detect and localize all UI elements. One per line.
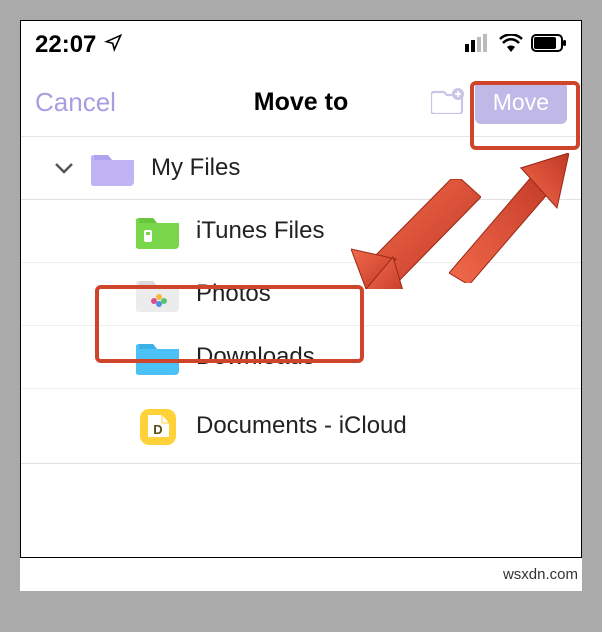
folder-label: Downloads — [196, 343, 315, 371]
folder-label: My Files — [151, 154, 240, 182]
status-indicators — [465, 31, 567, 59]
folder-row-photos[interactable]: Photos — [21, 263, 581, 326]
folder-icon — [136, 212, 182, 250]
nav-bar: Cancel Move to Move — [21, 69, 581, 137]
location-icon — [104, 31, 123, 59]
folder-row-icloud[interactable]: D Documents - iCloud — [21, 389, 581, 464]
page-title: Move to — [254, 88, 348, 117]
folder-list: My Files iTunes Files — [21, 137, 581, 557]
folder-row-itunes[interactable]: iTunes Files — [21, 200, 581, 263]
battery-icon — [531, 31, 567, 59]
move-button[interactable]: Move — [475, 81, 567, 124]
status-bar: 22:07 — [21, 21, 581, 69]
status-time-area: 22:07 — [35, 31, 123, 59]
folder-label: Photos — [196, 280, 271, 308]
cancel-button[interactable]: Cancel — [35, 87, 116, 118]
folder-label: iTunes Files — [196, 217, 324, 245]
folder-row-downloads[interactable]: Downloads — [21, 326, 581, 389]
empty-area — [21, 464, 581, 557]
attribution-text: wsxdn.com — [20, 558, 582, 591]
new-folder-icon[interactable] — [431, 86, 465, 119]
chevron-down-icon[interactable] — [51, 155, 77, 181]
cellular-icon — [465, 31, 491, 59]
folder-icon — [136, 275, 182, 313]
folder-row-myfiles[interactable]: My Files — [21, 137, 581, 200]
folder-icon — [136, 338, 182, 376]
svg-text:D: D — [153, 422, 162, 437]
folder-icon — [91, 149, 137, 187]
folder-label: Documents - iCloud — [196, 412, 407, 440]
status-time: 22:07 — [35, 31, 96, 59]
app-icon-documents: D — [136, 407, 182, 445]
wifi-icon — [499, 31, 523, 59]
